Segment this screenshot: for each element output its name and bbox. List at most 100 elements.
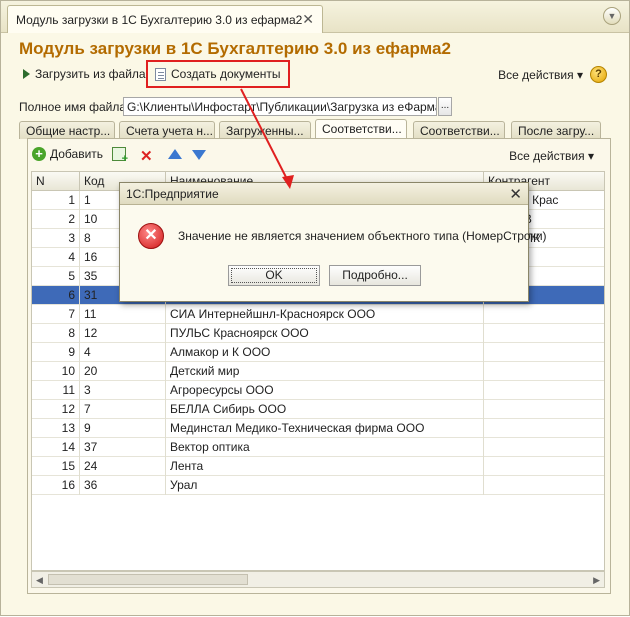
cell-n[interactable]: 1 (32, 191, 80, 210)
cell-name[interactable]: Детский мир (166, 362, 484, 381)
table-toolbar: + Добавить ✕ Все действия ▾ (32, 145, 608, 165)
header-n[interactable]: N (32, 172, 80, 191)
cell-name[interactable]: Алмакор и К ООО (166, 343, 484, 362)
scroll-right-icon[interactable]: ▶ (593, 575, 600, 586)
cell-code[interactable]: 3 (80, 381, 166, 400)
all-actions-menu[interactable]: Все действия ▾ (498, 68, 583, 82)
scrollbar-thumb[interactable] (48, 574, 248, 585)
window-tab-bar: Модуль загрузки в 1С Бухгалтерию 3.0 из … (1, 1, 629, 33)
cell-code[interactable]: 11 (80, 305, 166, 324)
table-row[interactable]: 7 11 СИА Интернейшнл-Красноярск ООО (32, 305, 604, 324)
cell-contractor[interactable] (484, 362, 604, 381)
cell-name[interactable]: Лента (166, 457, 484, 476)
cell-contractor[interactable] (484, 343, 604, 362)
cell-n[interactable]: 12 (32, 400, 80, 419)
cell-n[interactable]: 10 (32, 362, 80, 381)
cell-n[interactable]: 8 (32, 324, 80, 343)
cell-contractor[interactable] (484, 381, 604, 400)
add-button[interactable]: + Добавить (32, 147, 103, 161)
close-tab-icon[interactable]: ✕ (302, 11, 314, 28)
tab-correspondence-2[interactable]: Соответстви... (413, 121, 505, 139)
error-dialog: 1С:Предприятие ✕ ✕ Значение не является … (119, 182, 547, 302)
cell-contractor[interactable] (484, 305, 604, 324)
details-button[interactable]: Подробно... (329, 265, 421, 286)
cell-n[interactable]: 16 (32, 476, 80, 495)
move-down-button[interactable] (192, 150, 206, 160)
table-row[interactable]: 12 7 БЕЛЛА Сибирь ООО (32, 400, 604, 419)
annotation-highlight-box (146, 60, 290, 88)
window-menu-icon[interactable]: ▼ (603, 7, 621, 25)
cell-contractor[interactable] (484, 438, 604, 457)
cell-n[interactable]: 13 (32, 419, 80, 438)
form-title: Модуль загрузки в 1С Бухгалтерию 3.0 из … (19, 39, 451, 58)
cell-name[interactable]: СИА Интернейшнл-Красноярск ООО (166, 305, 484, 324)
cell-name[interactable]: Вектор оптика (166, 438, 484, 457)
cell-n[interactable]: 11 (32, 381, 80, 400)
cell-n[interactable]: 2 (32, 210, 80, 229)
scroll-left-icon[interactable]: ◀ (36, 575, 43, 586)
cell-n[interactable]: 3 (32, 229, 80, 248)
table-row[interactable]: 9 4 Алмакор и К ООО (32, 343, 604, 362)
copy-icon (112, 147, 128, 165)
dialog-title-bar: 1С:Предприятие ✕ (120, 183, 528, 205)
load-from-file-button[interactable]: Загрузить из файла (23, 67, 146, 81)
copy-row-button[interactable] (112, 147, 128, 165)
cell-code[interactable]: 12 (80, 324, 166, 343)
cell-code[interactable]: 37 (80, 438, 166, 457)
cell-n[interactable]: 14 (32, 438, 80, 457)
cell-name[interactable]: Урал (166, 476, 484, 495)
cell-n[interactable]: 5 (32, 267, 80, 286)
cell-n[interactable]: 7 (32, 305, 80, 324)
table-row[interactable]: 14 37 Вектор оптика (32, 438, 604, 457)
table-row[interactable]: 16 36 Урал (32, 476, 604, 495)
play-icon (23, 69, 30, 79)
cell-contractor[interactable] (484, 400, 604, 419)
page-tabs: Общие настр... Счета учета н... Загружен… (19, 119, 619, 139)
table-all-actions-menu[interactable]: Все действия ▾ (509, 149, 594, 163)
cell-code[interactable]: 9 (80, 419, 166, 438)
cell-contractor[interactable] (484, 324, 604, 343)
file-path-input[interactable]: G:\Клиенты\Инфостарт\Публикации\Загрузка… (123, 97, 437, 116)
cell-n[interactable]: 6 (32, 286, 80, 305)
cell-code[interactable]: 4 (80, 343, 166, 362)
add-label: Добавить (50, 147, 104, 161)
document-tab-title: Модуль загрузки в 1С Бухгалтерию 3.0 из … (16, 13, 303, 27)
cell-name[interactable]: ПУЛЬС Красноярск ООО (166, 324, 484, 343)
tab-accounts[interactable]: Счета учета н... (119, 121, 215, 139)
tab-general-settings[interactable]: Общие настр... (19, 121, 115, 139)
cell-code[interactable]: 20 (80, 362, 166, 381)
tab-after-load[interactable]: После загру... (511, 121, 601, 139)
cell-name[interactable]: Мединстал Медико-Техническая фирма ООО (166, 419, 484, 438)
table-row[interactable]: 8 12 ПУЛЬС Красноярск ООО (32, 324, 604, 343)
cell-n[interactable]: 9 (32, 343, 80, 362)
table-row[interactable]: 13 9 Мединстал Медико-Техническая фирма ОО… (32, 419, 604, 438)
horizontal-scrollbar[interactable]: ◀ ▶ (31, 571, 605, 588)
plus-icon: + (32, 147, 46, 161)
cell-name[interactable]: БЕЛЛА Сибирь ООО (166, 400, 484, 419)
cell-code[interactable]: 24 (80, 457, 166, 476)
document-tab[interactable]: Модуль загрузки в 1С Бухгалтерию 3.0 из … (7, 5, 323, 33)
ok-button[interactable]: OK (228, 265, 320, 286)
table-row[interactable]: 10 20 Детский мир (32, 362, 604, 381)
browse-file-button[interactable]: ... (438, 97, 452, 116)
arrow-up-icon (168, 149, 182, 159)
cell-contractor[interactable] (484, 419, 604, 438)
dialog-message: Значение не является значением объектног… (178, 229, 547, 243)
cell-name[interactable]: Агроресурсы ООО (166, 381, 484, 400)
cell-contractor[interactable] (484, 476, 604, 495)
table-all-actions-label: Все действия (509, 149, 585, 163)
help-icon[interactable]: ? (590, 66, 607, 83)
dialog-close-icon[interactable]: ✕ (509, 185, 522, 203)
cell-contractor[interactable] (484, 457, 604, 476)
tab-correspondence-1[interactable]: Соответстви... (315, 119, 407, 139)
cell-code[interactable]: 7 (80, 400, 166, 419)
table-row[interactable]: 11 3 Агроресурсы ООО (32, 381, 604, 400)
cell-n[interactable]: 15 (32, 457, 80, 476)
arrow-down-icon (192, 150, 206, 160)
move-up-button[interactable] (168, 149, 182, 159)
table-row[interactable]: 15 24 Лента (32, 457, 604, 476)
tab-loaded[interactable]: Загруженны... (219, 121, 311, 139)
cell-n[interactable]: 4 (32, 248, 80, 267)
delete-row-button[interactable]: ✕ (140, 147, 153, 165)
cell-code[interactable]: 36 (80, 476, 166, 495)
